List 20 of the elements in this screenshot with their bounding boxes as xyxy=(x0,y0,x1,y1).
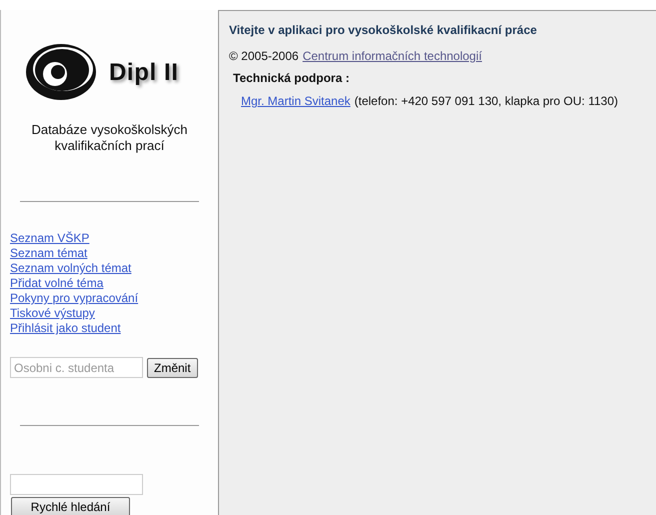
nav-link[interactable]: Tiskové výstupy xyxy=(10,306,95,321)
support-heading: Technická podpora : xyxy=(233,70,350,87)
nav-link[interactable]: Pokyny pro vypracování xyxy=(10,291,138,306)
nav-link[interactable]: Seznam VŠKP xyxy=(10,231,90,246)
nav-link[interactable]: Přihlásit jako student xyxy=(10,321,121,336)
student-number-field[interactable]: Osobni c. studenta xyxy=(10,357,143,378)
welcome-heading: Vitejte v aplikaci pro vysokoškolské kvalifikacní práce xyxy=(229,22,538,39)
nav-link[interactable]: Přidat volné téma xyxy=(10,276,104,291)
copyright-text: © 2005-2006 xyxy=(229,48,299,65)
quick-search-button[interactable]: Rychlé hledání xyxy=(11,497,130,515)
app-subtitle: Databáze vysokoškolských kvalifikačních prací xyxy=(30,122,189,154)
contact-details: (telefon: +420 597 091 130, klapka pro OU: 1130) xyxy=(354,93,618,110)
organization-link[interactable]: Centrum informačních technologií xyxy=(302,47,482,65)
change-button[interactable]: Změnit xyxy=(147,358,198,378)
quick-search-field[interactable] xyxy=(10,474,143,495)
nav-link[interactable]: Seznam témat xyxy=(10,246,88,261)
contact-link[interactable]: Mgr. Martin Svitanek xyxy=(241,92,350,110)
nav-link[interactable]: Seznam volných témat xyxy=(10,261,132,276)
logo-text: Dipl II xyxy=(109,58,179,88)
swirl-logo-icon xyxy=(25,44,97,102)
